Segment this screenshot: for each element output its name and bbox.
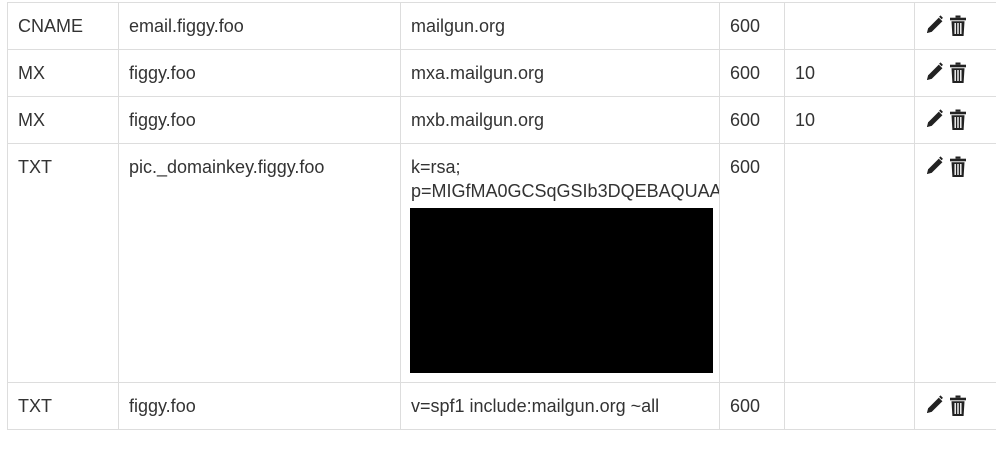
record-host-cell: email.figgy.foo: [118, 2, 401, 50]
table-row: TXT pic._domainkey.figgy.foo k=rsa; p=MIGfM…: [7, 143, 996, 383]
row-actions: [925, 108, 986, 131]
row-actions: [925, 394, 986, 417]
record-ttl-cell: 600: [719, 143, 785, 383]
pencil-icon[interactable]: [925, 156, 945, 178]
row-actions: [925, 155, 986, 178]
record-value-line: mxb.mailgun.org: [411, 110, 545, 130]
trash-icon[interactable]: [949, 62, 969, 84]
record-type-cell: TXT: [7, 143, 119, 383]
record-ttl-cell: 600: [719, 49, 785, 97]
row-actions: [925, 14, 986, 37]
record-value-line: p=MIGfMA0GCSqGSIb3DQEBAQUAA: [411, 181, 720, 201]
dns-records-body: CNAME email.figgy.foo mailgun.org 600 MX figg…: [7, 2, 996, 430]
record-actions-cell: [914, 2, 996, 50]
record-actions-cell: [914, 143, 996, 383]
record-type-cell: MX: [7, 49, 119, 97]
record-value-cell: mxa.mailgun.org: [400, 49, 720, 97]
record-value-cell: mailgun.org: [400, 2, 720, 50]
record-priority-cell: [784, 143, 915, 383]
row-actions: [925, 61, 986, 84]
record-host-cell: figgy.foo: [118, 96, 401, 144]
pencil-icon[interactable]: [925, 109, 945, 131]
trash-icon[interactable]: [949, 109, 969, 131]
table-row: CNAME email.figgy.foo mailgun.org 600: [7, 2, 996, 50]
pencil-icon[interactable]: [925, 62, 945, 84]
record-host-cell: pic._domainkey.figgy.foo: [118, 143, 401, 383]
record-ttl-cell: 600: [719, 2, 785, 50]
table-row: MX figgy.foo mxa.mailgun.org 600 10: [7, 49, 996, 97]
pencil-icon[interactable]: [925, 15, 945, 37]
record-actions-cell: [914, 382, 996, 430]
record-type-cell: CNAME: [7, 2, 119, 50]
redaction-block: [410, 208, 713, 373]
trash-icon[interactable]: [949, 156, 969, 178]
record-value-cell: v=spf1 include:mailgun.org ~all: [400, 382, 720, 430]
record-value-line: v=spf1 include:mailgun.org ~all: [411, 396, 660, 416]
pencil-icon[interactable]: [925, 395, 945, 417]
table-row: TXT figgy.foo v=spf1 include:mailgun.org ~…: [7, 382, 996, 430]
record-host-cell: figgy.foo: [118, 382, 401, 430]
table-row: MX figgy.foo mxb.mailgun.org 600 10: [7, 96, 996, 144]
trash-icon[interactable]: [949, 395, 969, 417]
record-actions-cell: [914, 96, 996, 144]
record-value-line: mxa.mailgun.org: [411, 63, 545, 83]
record-value-line: mailgun.org: [411, 16, 506, 36]
dns-records-table: CNAME email.figgy.foo mailgun.org 600 MX figg…: [7, 2, 996, 430]
record-ttl-cell: 600: [719, 96, 785, 144]
record-type-cell: MX: [7, 96, 119, 144]
record-priority-cell: [784, 382, 915, 430]
record-value-cell: k=rsa; p=MIGfMA0GCSqGSIb3DQEBAQUAA: [400, 143, 720, 383]
trash-icon[interactable]: [949, 15, 969, 37]
record-priority-cell: 10: [784, 96, 915, 144]
record-actions-cell: [914, 49, 996, 97]
record-priority-cell: [784, 2, 915, 50]
record-value-cell: mxb.mailgun.org: [400, 96, 720, 144]
record-priority-cell: 10: [784, 49, 915, 97]
record-value-line: k=rsa;: [411, 157, 461, 177]
record-host-cell: figgy.foo: [118, 49, 401, 97]
record-type-cell: TXT: [7, 382, 119, 430]
record-ttl-cell: 600: [719, 382, 785, 430]
